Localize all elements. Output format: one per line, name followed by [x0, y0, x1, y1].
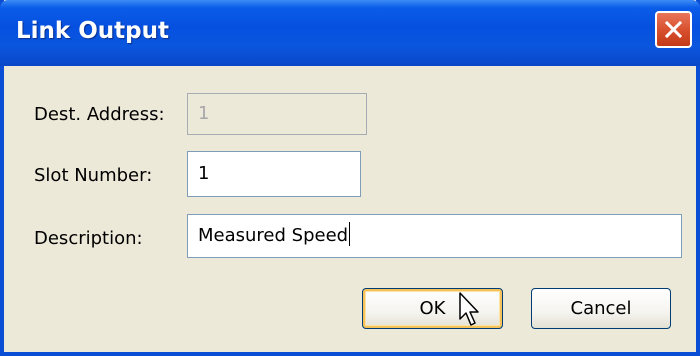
dialog-title: Link Output — [16, 18, 169, 44]
text-caret — [349, 222, 351, 246]
title-bar[interactable]: Link Output — [0, 0, 700, 66]
dest-address-field: 1 — [187, 93, 367, 135]
slot-number-label: Slot Number: — [34, 165, 153, 186]
close-icon — [665, 21, 682, 38]
slot-number-value: 1 — [198, 163, 210, 184]
mouse-pointer-icon — [459, 292, 479, 326]
close-button[interactable] — [655, 11, 692, 48]
dest-address-label: Dest. Address: — [34, 104, 165, 125]
description-field[interactable]: Measured Speed — [187, 214, 682, 258]
link-output-dialog: Link Output Dest. Address: 1 Slot Number… — [0, 0, 700, 356]
slot-number-field[interactable]: 1 — [187, 151, 361, 197]
dest-address-value: 1 — [198, 103, 210, 124]
description-label: Description: — [34, 228, 143, 249]
cancel-button[interactable]: Cancel — [531, 288, 671, 329]
description-value: Measured Speed — [198, 225, 349, 246]
